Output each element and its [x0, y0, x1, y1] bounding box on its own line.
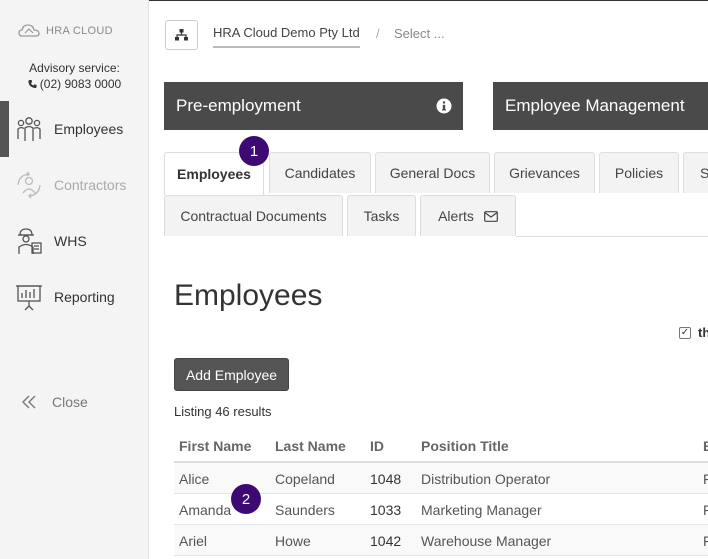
tab-general-docs[interactable]: General Docs — [375, 152, 490, 193]
tab-tasks[interactable]: Tasks — [347, 195, 416, 236]
cell-first-name: Alice — [179, 471, 210, 487]
filter-checkbox-label: th — [698, 325, 708, 340]
tab-underline — [516, 236, 708, 237]
listing-count: Listing 46 results — [174, 404, 272, 419]
info-icon[interactable] — [436, 98, 452, 114]
org-chart-button[interactable] — [165, 20, 198, 50]
cell-last-name: Saunders — [275, 502, 335, 518]
cell-last-name: Copeland — [275, 471, 335, 487]
sidebar-item-label: Reporting — [54, 289, 115, 305]
sidebar-close-button[interactable]: Close — [22, 394, 88, 410]
filter-checkbox[interactable]: ✓ — [679, 327, 691, 339]
cell-e: F — [703, 502, 708, 518]
sidebar: HRA CLOUD Advisory service: (02) 9083 00… — [0, 0, 149, 559]
tab-contractual-documents[interactable]: Contractual Documents — [164, 195, 343, 236]
worker-icon — [18, 228, 42, 254]
tab-label: Tasks — [363, 208, 400, 224]
org-name-breadcrumb[interactable]: HRA Cloud Demo Pty Ltd — [213, 25, 360, 48]
cell-e: F — [703, 533, 708, 549]
tab-label: Alerts — [438, 208, 474, 224]
cloud-logo-icon — [18, 24, 40, 37]
envelope-icon — [483, 210, 498, 222]
cell-position-title: Marketing Manager — [421, 502, 542, 518]
cell-first-name: Amanda — [179, 502, 232, 518]
tab-label: Candidates — [284, 165, 356, 181]
table-header: First Name Last Name ID Position Title E — [174, 430, 708, 463]
people-icon — [17, 117, 41, 141]
pre-employment-label: Pre-employment — [176, 96, 301, 115]
advisory-service: Advisory service: (02) 9083 0000 — [0, 60, 149, 92]
sidebar-item-label: Contractors — [54, 177, 127, 193]
tab-label: S — [700, 165, 708, 181]
breadcrumb-select[interactable]: Select ... — [394, 26, 445, 41]
logo-text: HRA CLOUD — [46, 25, 113, 37]
sitemap-icon — [175, 29, 188, 41]
cell-position-title: Distribution Operator — [421, 471, 551, 487]
column-header-id[interactable]: ID — [370, 438, 384, 454]
column-header-last-name[interactable]: Last Name — [275, 438, 346, 454]
add-employee-button[interactable]: Add Employee — [174, 358, 289, 391]
hra-cloud-logo[interactable]: HRA CLOUD — [18, 21, 113, 41]
sidebar-item-whs[interactable]: WHS — [0, 213, 149, 269]
top-bar: HRA Cloud Demo Pty Ltd / Select ... — [149, 0, 708, 70]
tab-s[interactable]: S — [683, 152, 708, 193]
phone-icon — [28, 79, 37, 89]
presentation-chart-icon — [16, 285, 42, 311]
advisory-phone[interactable]: (02) 9083 0000 — [40, 76, 121, 92]
cell-id: 1042 — [370, 533, 402, 549]
tab-alerts[interactable]: Alerts — [420, 195, 516, 236]
sidebar-item-label: Employees — [54, 121, 124, 137]
sidebar-item-label: WHS — [54, 233, 87, 249]
tab-label: Grievances — [509, 165, 580, 181]
tab-candidates[interactable]: Candidates — [269, 152, 371, 193]
employee-management-card[interactable]: Employee Management — [493, 82, 708, 130]
contractors-icon — [17, 171, 41, 199]
tab-grievances[interactable]: Grievances — [494, 152, 595, 193]
pre-employment-card[interactable]: Pre-employment — [164, 82, 463, 130]
page-title: Employees — [174, 279, 323, 312]
sidebar-item-contractors[interactable]: Contractors — [0, 157, 149, 213]
table-row[interactable]: Ariel Howe 1042 Warehouse Manager F — [174, 525, 708, 556]
step-badge-2: 2 — [231, 484, 261, 514]
column-header-position-title[interactable]: Position Title — [421, 438, 509, 454]
tab-label: Policies — [614, 165, 664, 181]
cell-last-name: Howe — [275, 533, 311, 549]
cell-e: F — [703, 471, 708, 487]
advisory-label: Advisory service: — [29, 61, 120, 75]
breadcrumb-separator: / — [376, 26, 380, 41]
sidebar-item-employees[interactable]: Employees — [0, 101, 149, 157]
step-badge-1: 1 — [239, 136, 269, 166]
tab-policies[interactable]: Policies — [599, 152, 679, 193]
tab-label: Employees — [177, 166, 251, 182]
sidebar-item-reporting[interactable]: Reporting — [0, 269, 149, 325]
cell-position-title: Warehouse Manager — [421, 533, 552, 549]
tab-label: General Docs — [389, 165, 476, 181]
employee-management-label: Employee Management — [505, 96, 685, 115]
cell-id: 1033 — [370, 502, 402, 518]
cell-id: 1048 — [370, 471, 402, 487]
close-label: Close — [52, 394, 88, 410]
column-header-e[interactable]: E — [703, 438, 708, 454]
double-chevron-left-icon — [22, 395, 36, 409]
tab-label: Contractual Documents — [180, 208, 327, 224]
cell-first-name: Ariel — [179, 533, 208, 549]
column-header-first-name[interactable]: First Name — [179, 438, 251, 454]
